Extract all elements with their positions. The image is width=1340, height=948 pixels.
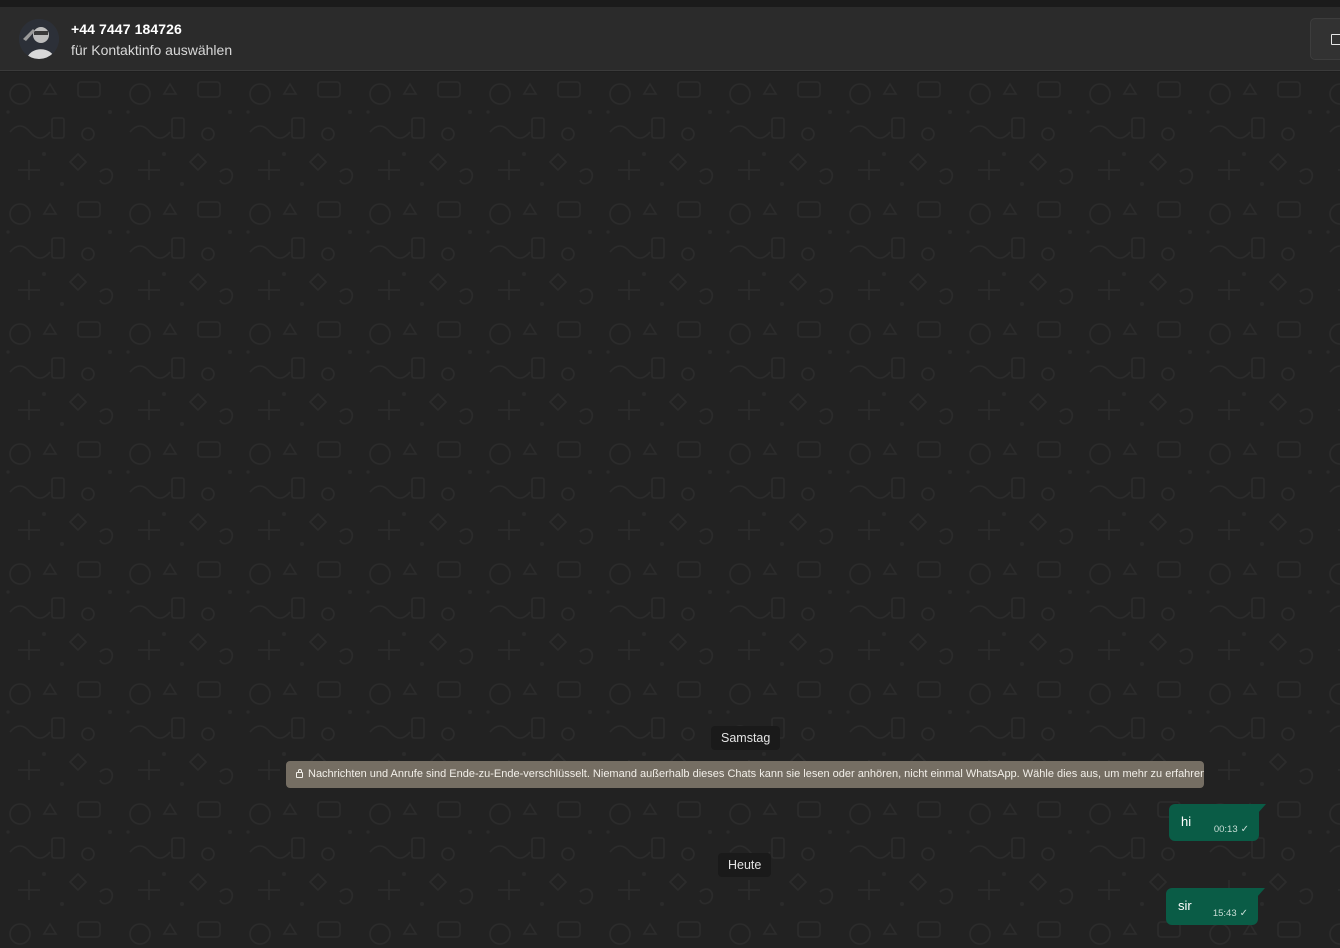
message-text: sir: [1178, 898, 1192, 913]
header-action-button[interactable]: [1310, 18, 1340, 60]
outgoing-message[interactable]: sir 15:43 ✓: [1166, 888, 1265, 925]
chat-wallpaper-pattern: [0, 72, 1340, 948]
chat-area[interactable]: Samstag Nachrichten und Anrufe sind Ende…: [0, 72, 1340, 948]
check-icon: ✓: [1239, 908, 1248, 919]
date-divider-today: Heute: [718, 853, 772, 877]
message-time: 15:43: [1212, 908, 1237, 919]
message-meta: 00:13 ✓: [1214, 824, 1249, 835]
date-divider-saturday: Samstag: [711, 726, 781, 750]
contact-name[interactable]: +44 7447 184726: [71, 21, 182, 37]
outgoing-message[interactable]: hi 00:13 ✓: [1169, 804, 1266, 841]
check-icon: ✓: [1240, 824, 1249, 835]
message-meta: 15:43 ✓: [1213, 908, 1248, 919]
contact-avatar[interactable]: [19, 19, 59, 59]
window-icon: [1331, 34, 1340, 45]
encryption-notice-text: Nachrichten und Anrufe sind Ende-zu-Ende…: [308, 768, 1204, 780]
lock-icon: [296, 769, 304, 778]
contact-info-hint[interactable]: für Kontaktinfo auswählen: [71, 42, 232, 58]
encryption-notice[interactable]: Nachrichten und Anrufe sind Ende-zu-Ende…: [286, 761, 1204, 788]
message-time: 00:13: [1213, 824, 1238, 835]
chat-header[interactable]: +44 7447 184726 für Kontaktinfo auswähle…: [0, 7, 1340, 71]
message-text: hi: [1181, 814, 1192, 829]
window-top-strip: [0, 0, 1340, 7]
